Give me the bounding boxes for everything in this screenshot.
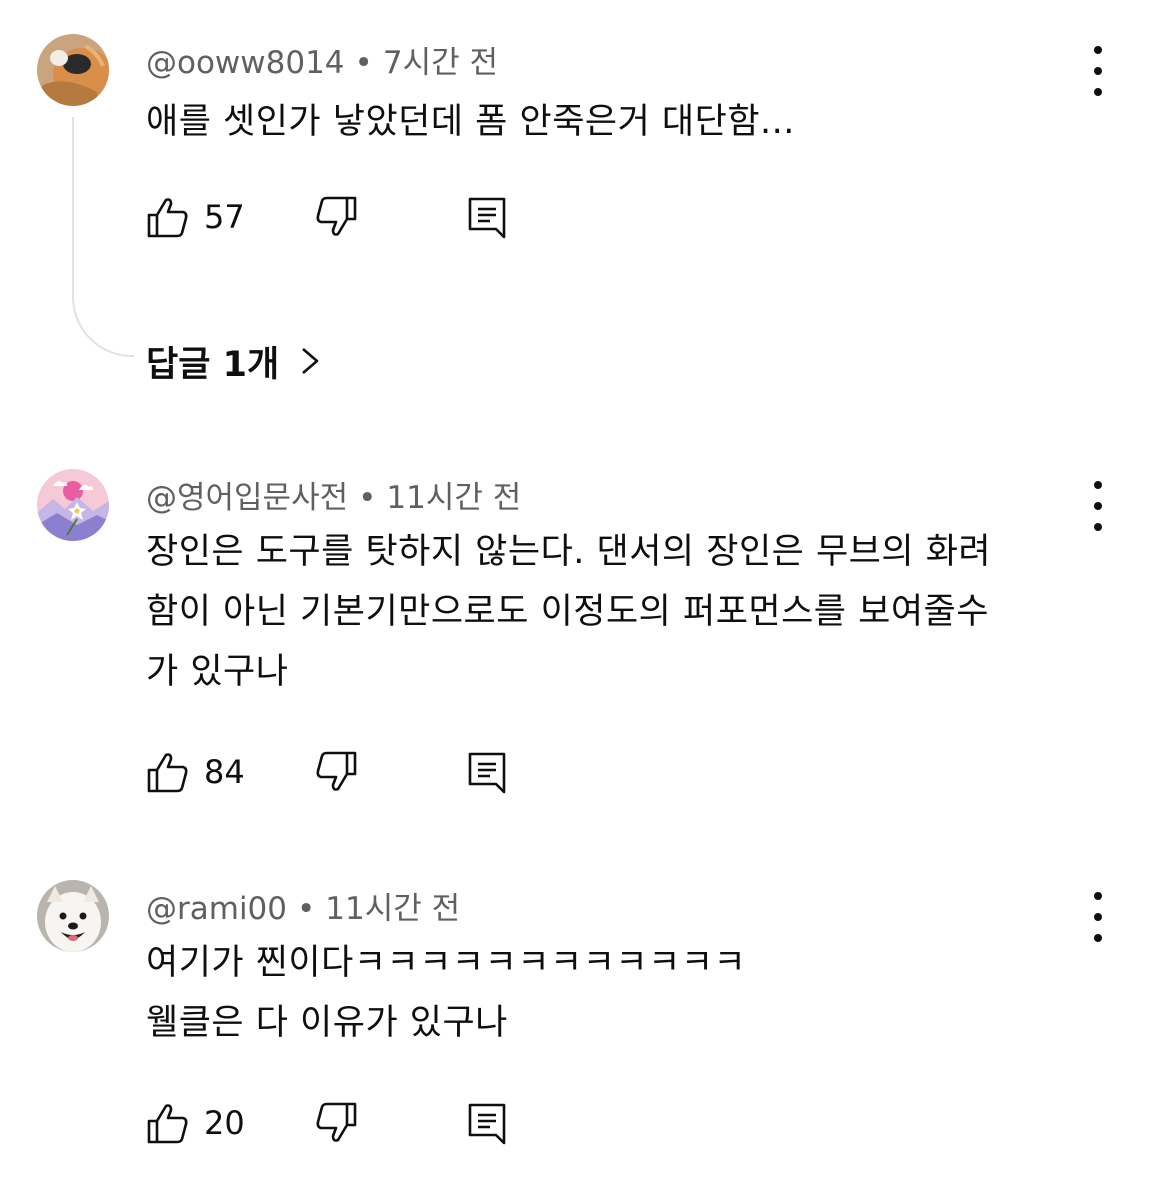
meta-separator: • [297,891,316,927]
comment-line: 장인은 도구를 탓하지 않는다. 댄서의 장인은 무브의 화려 [146,532,992,572]
comment-time[interactable]: 7시간 전 [383,45,498,81]
thumbs-up-icon [147,198,188,238]
comment-line: 웰클은 다 이유가 있구나 [146,1003,508,1043]
comment-line: 함이 아닌 기본기만으로도 이정도의 퍼포먼스를 보여줄수 [146,592,989,632]
author-name[interactable]: @ooww8014 [146,45,345,81]
reply-comment-icon [468,1103,506,1145]
comment-text: 애를 셋인가 낳았던데 폼 안죽은거 대단함... [146,92,1106,152]
thumbs-up-icon [147,1104,188,1144]
chevron-right-icon [302,348,319,374]
reply-comment-icon [468,752,506,794]
author-name[interactable]: @영어입문사전 [146,480,348,516]
reply-button[interactable] [466,747,510,797]
comment-time[interactable]: 11시간 전 [386,480,521,516]
dot-icon [1094,46,1102,54]
comment-line: 여기가 찐이다ㅋㅋㅋㅋㅋㅋㅋㅋㅋㅋㅋㅋ [146,943,747,983]
like-count: 20 [204,1104,245,1142]
like-count: 57 [204,198,245,236]
thread-connector-line [72,117,134,357]
reply-button[interactable] [466,192,510,242]
like-button[interactable]: 57 [146,192,245,242]
dislike-button[interactable] [314,747,358,797]
dislike-button[interactable] [314,192,358,242]
avatar[interactable] [37,469,109,541]
like-button[interactable]: 84 [146,747,245,797]
reply-button[interactable] [466,1098,510,1148]
replies-label: 답글 1개 [146,344,280,385]
comment-line: 가 있구나 [146,652,289,692]
comment-text: 여기가 찐이다ㅋㅋㅋㅋㅋㅋㅋㅋㅋㅋㅋㅋ 웰클은 다 이유가 있구나 [146,933,1106,1053]
dot-icon [1094,892,1102,900]
mountain-flower-avatar [37,469,109,541]
like-button[interactable]: 20 [146,1098,245,1148]
comment-meta: @rami00 • 11시간 전 [146,883,460,928]
like-count: 84 [204,753,245,791]
dog-photo-avatar [37,880,109,952]
meta-separator: • [358,480,377,516]
thumbs-up-icon [147,753,188,793]
comment-meta: @ooww8014 • 7시간 전 [146,37,498,82]
thumbs-down-icon [316,196,357,236]
avatar[interactable] [37,34,109,106]
comment-time[interactable]: 11시간 전 [325,891,460,927]
comment-line: 애를 셋인가 낳았던데 폼 안죽은거 대단함... [146,102,795,142]
dot-icon [1094,913,1102,921]
thumbs-down-icon [316,1102,357,1142]
author-name[interactable]: @rami00 [146,891,287,927]
dot-icon [1094,67,1102,75]
view-replies-button[interactable]: 답글 1개 [146,336,325,386]
avatar[interactable] [37,880,109,952]
comment-meta: @영어입문사전 • 11시간 전 [146,472,521,517]
dot-icon [1094,502,1102,510]
reply-comment-icon [468,197,506,239]
dot-icon [1094,481,1102,489]
more-options-button[interactable] [1082,46,1114,96]
cat-photo-avatar [37,34,109,106]
thumbs-down-icon [316,751,357,791]
meta-separator: • [354,45,373,81]
comment-text: 장인은 도구를 탓하지 않는다. 댄서의 장인은 무브의 화려 함이 아닌 기본… [146,522,1106,702]
dislike-button[interactable] [314,1098,358,1148]
